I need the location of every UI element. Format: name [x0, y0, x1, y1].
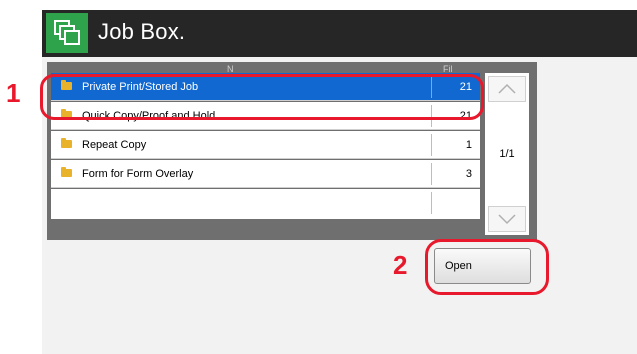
- scroll-area: 1/1: [485, 73, 529, 235]
- title-bar: Job Box.: [42, 10, 637, 57]
- chevron-up-icon: [498, 83, 516, 94]
- folder-icon: [61, 167, 72, 177]
- page-title: Job Box.: [98, 19, 186, 44]
- scroll-down-button[interactable]: [488, 206, 526, 232]
- divider: [431, 134, 432, 156]
- scroll-up-button[interactable]: [488, 76, 526, 102]
- folder-icon: [61, 138, 72, 148]
- list-item-empty: [51, 189, 480, 219]
- divider: [431, 192, 432, 214]
- list-item[interactable]: Repeat Copy 1: [51, 131, 480, 159]
- box-name: Form for Form Overlay: [82, 168, 194, 180]
- box-name: Repeat Copy: [82, 139, 147, 151]
- list-item[interactable]: Form for Form Overlay 3: [51, 160, 480, 188]
- callout-number-2: 2: [393, 250, 408, 280]
- callout-highlight-1: [40, 74, 484, 120]
- divider: [431, 163, 432, 185]
- file-count: 1: [465, 139, 472, 151]
- file-count: 3: [465, 168, 472, 180]
- screen: Job Box. N Fil Private Print/Stored Job …: [42, 10, 637, 354]
- callout-number-1: 1: [6, 78, 21, 108]
- job-box-icon: [46, 13, 88, 53]
- callout-highlight-2: [425, 239, 549, 295]
- page-indicator: 1/1: [499, 148, 515, 160]
- chevron-down-icon: [498, 214, 516, 225]
